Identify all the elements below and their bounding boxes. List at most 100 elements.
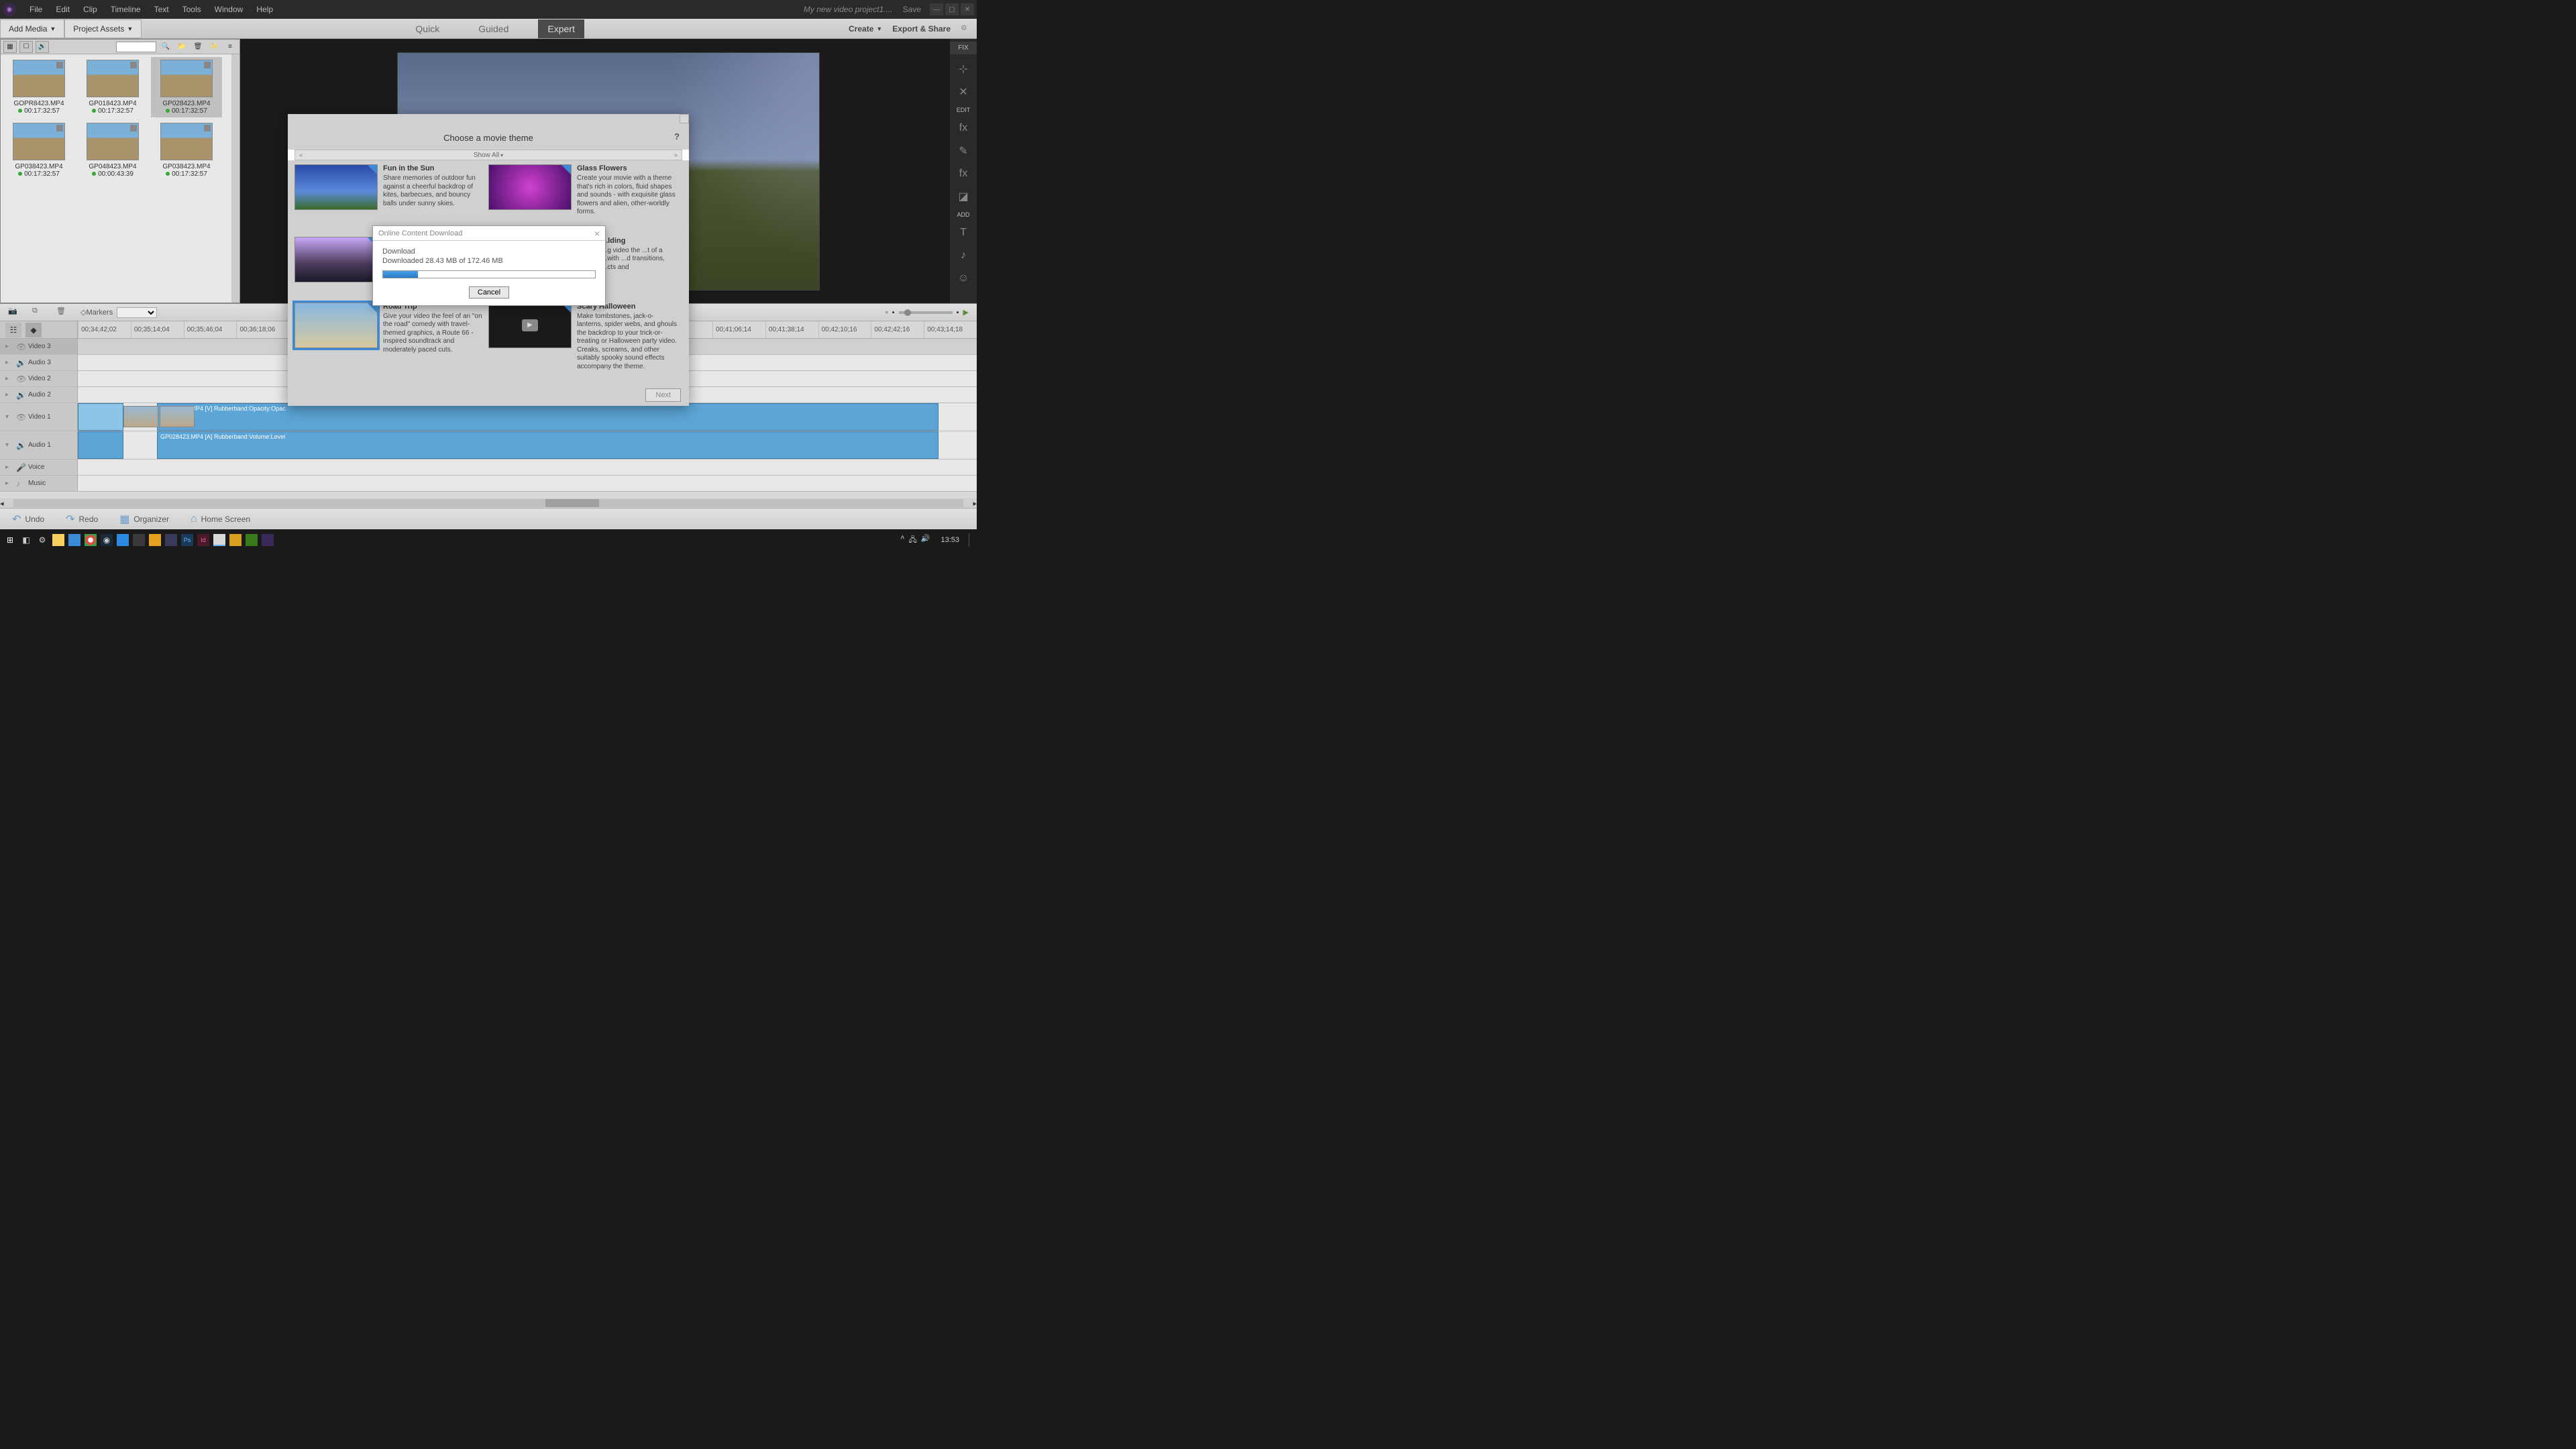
minimize-button[interactable]: — bbox=[930, 3, 943, 15]
organizer-button[interactable]: ▦Organizer bbox=[114, 510, 174, 529]
app-icon-4[interactable] bbox=[149, 534, 161, 546]
chrome-icon[interactable] bbox=[85, 534, 97, 546]
download-close-icon[interactable]: × bbox=[594, 228, 600, 239]
emoji-icon[interactable]: ☺ bbox=[955, 270, 971, 286]
audio-view-icon[interactable]: 🔊 bbox=[36, 41, 49, 53]
app-icon-7[interactable] bbox=[262, 534, 274, 546]
settings-gear-icon[interactable]: ⚙ bbox=[961, 23, 971, 34]
download-title[interactable]: Online Content Download × bbox=[373, 226, 605, 241]
export-share-button[interactable]: Export & Share bbox=[892, 24, 951, 34]
ps-icon[interactable]: Ps bbox=[181, 534, 193, 546]
project-assets-button[interactable]: Project Assets▼ bbox=[64, 19, 142, 38]
menu-timeline[interactable]: Timeline bbox=[104, 5, 148, 14]
zoom-small-icon[interactable]: ▪ bbox=[892, 309, 895, 317]
network-icon[interactable]: 🖧 bbox=[909, 534, 917, 547]
maximize-button[interactable]: ▢ bbox=[945, 3, 959, 15]
dialog-close-icon[interactable] bbox=[680, 114, 689, 123]
panel-menu-icon[interactable]: ≡ bbox=[223, 41, 237, 53]
volume-icon[interactable]: 🔊 bbox=[921, 534, 930, 547]
app-icon-6[interactable] bbox=[229, 534, 241, 546]
start-icon[interactable]: ⊞ bbox=[4, 534, 16, 546]
asset-item[interactable]: GP018423.MP400:17:32:57 bbox=[77, 57, 148, 117]
menu-edit[interactable]: Edit bbox=[49, 5, 76, 14]
dialog-titlebar[interactable] bbox=[288, 114, 689, 123]
theme-item[interactable]: Scary HalloweenMake tombstones, jack-o-l… bbox=[488, 303, 682, 372]
timeline-trash-icon[interactable]: 🗑 bbox=[56, 307, 68, 319]
fx2-icon[interactable]: fx bbox=[955, 166, 971, 182]
menu-window[interactable]: Window bbox=[208, 5, 250, 14]
snap-icon[interactable]: ☷ bbox=[5, 323, 21, 337]
theme-item[interactable]: Glass FlowersCreate your movie with a th… bbox=[488, 164, 682, 217]
tab-guided[interactable]: Guided bbox=[469, 19, 518, 38]
redo-button[interactable]: ↷Redo bbox=[60, 510, 103, 529]
zoom-control[interactable]: ▫ ▪ ▪ ▶ bbox=[885, 308, 969, 317]
list-view-icon[interactable]: ▦ bbox=[3, 41, 17, 53]
clock[interactable]: 13:53 bbox=[941, 536, 965, 544]
transitions-icon[interactable]: ◪ bbox=[955, 189, 971, 205]
home-button[interactable]: ⌂Home Screen bbox=[185, 511, 256, 528]
render-button[interactable]: ▶ bbox=[963, 308, 969, 317]
tab-quick[interactable]: Quick bbox=[406, 19, 449, 38]
nvidia-icon[interactable] bbox=[246, 534, 258, 546]
menu-file[interactable]: File bbox=[23, 5, 49, 14]
asset-item[interactable]: GP038423.MP400:17:32:57 bbox=[151, 120, 222, 180]
thumb-view-icon[interactable]: ☐ bbox=[19, 41, 33, 53]
show-desktop[interactable] bbox=[969, 533, 973, 547]
zoom-out-icon[interactable]: ▫ bbox=[885, 309, 888, 317]
steam-icon[interactable]: ◉ bbox=[101, 534, 113, 546]
asset-item[interactable]: GP028423.MP400:17:32:57 bbox=[151, 57, 222, 117]
tab-expert[interactable]: Expert bbox=[538, 19, 584, 38]
cancel-button[interactable]: Cancel bbox=[469, 286, 509, 299]
assets-scrollbar[interactable] bbox=[231, 54, 239, 303]
chevron-up-icon[interactable]: ˄ bbox=[900, 534, 904, 547]
settings-icon[interactable]: ⚙ bbox=[36, 534, 48, 546]
copy-icon[interactable]: ⧉ bbox=[32, 307, 44, 319]
brush-icon[interactable]: ✎ bbox=[955, 143, 971, 159]
timeline-clip[interactable] bbox=[78, 431, 123, 459]
app-icon-1[interactable] bbox=[68, 534, 80, 546]
search-icon[interactable]: 🔍 bbox=[159, 41, 172, 53]
theme-item[interactable]: Road TripGive your video the feel of an … bbox=[294, 303, 488, 372]
camera-icon[interactable]: 📷 bbox=[8, 307, 20, 319]
fx-icon[interactable]: fx bbox=[955, 120, 971, 136]
zoom-in-icon[interactable]: ▪ bbox=[957, 309, 959, 317]
next-button[interactable]: Next bbox=[645, 388, 681, 402]
filter-prev-icon[interactable]: « bbox=[299, 152, 303, 159]
menu-help[interactable]: Help bbox=[250, 5, 280, 14]
timeline-clip[interactable]: GP028423.MP4 [V] Rubberband:Opacity:Opac bbox=[157, 403, 938, 431]
id-icon[interactable]: Id bbox=[197, 534, 209, 546]
titles-icon[interactable]: T bbox=[955, 225, 971, 241]
menu-clip[interactable]: Clip bbox=[76, 5, 104, 14]
fix-tab[interactable]: FIX bbox=[950, 42, 977, 54]
menu-tools[interactable]: Tools bbox=[176, 5, 208, 14]
app-icon-5[interactable] bbox=[165, 534, 177, 546]
theme-item[interactable]: Fun in the SunShare memories of outdoor … bbox=[294, 164, 488, 217]
music-icon[interactable]: ♪ bbox=[955, 248, 971, 264]
app-icon-3[interactable] bbox=[133, 534, 145, 546]
explorer-icon[interactable] bbox=[52, 534, 64, 546]
timeline-clip[interactable] bbox=[78, 403, 123, 431]
help-icon[interactable]: ? bbox=[674, 131, 680, 142]
tools-icon[interactable]: ✕ bbox=[955, 84, 971, 100]
add-media-button[interactable]: Add Media▼ bbox=[0, 19, 64, 38]
premiere-icon[interactable] bbox=[213, 534, 225, 546]
create-button[interactable]: Create▼ bbox=[849, 24, 882, 34]
adjust-icon[interactable]: ⊹ bbox=[955, 61, 971, 77]
asset-item[interactable]: GOPR8423.MP400:17:32:57 bbox=[3, 57, 74, 117]
save-label[interactable]: Save bbox=[903, 5, 928, 14]
wand-icon[interactable]: ✨ bbox=[207, 41, 221, 53]
undo-button[interactable]: ↶Undo bbox=[7, 510, 50, 529]
app-icon-2[interactable] bbox=[117, 534, 129, 546]
close-button[interactable]: ✕ bbox=[961, 3, 974, 15]
markers-dropdown[interactable]: ◇ Markers bbox=[80, 307, 157, 318]
taskview-icon[interactable]: ◧ bbox=[20, 534, 32, 546]
theme-filter[interactable]: « Show All▾ » bbox=[294, 150, 682, 160]
assets-search-input[interactable] bbox=[116, 42, 156, 52]
filter-next-icon[interactable]: » bbox=[674, 152, 678, 159]
cti-icon[interactable]: ◆ bbox=[25, 323, 42, 337]
timeline-hscroll[interactable]: ◂▸ bbox=[0, 498, 977, 508]
timeline-clip[interactable]: GP028423.MP4 [A] Rubberband:Volume:Level bbox=[157, 431, 938, 459]
trash-icon[interactable]: 🗑 bbox=[191, 41, 205, 53]
system-tray[interactable]: ˄ 🖧 🔊 bbox=[900, 534, 936, 547]
zoom-slider[interactable] bbox=[899, 311, 953, 314]
